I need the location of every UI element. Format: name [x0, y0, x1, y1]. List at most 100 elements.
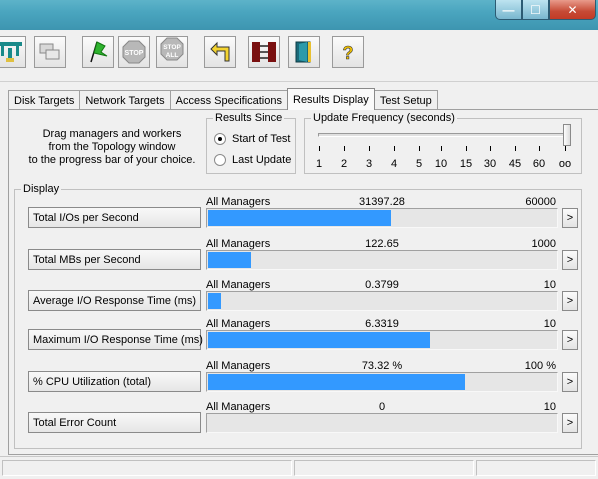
- tab-network-targets[interactable]: Network Targets: [79, 90, 171, 110]
- metric-bar-error-count[interactable]: [206, 413, 558, 433]
- tick-label: 45: [508, 158, 522, 170]
- metric-button-error-count[interactable]: Total Error Count: [28, 412, 201, 433]
- metric-bar-fill: [208, 252, 251, 268]
- metric-bar-total-mbs[interactable]: [206, 250, 558, 270]
- display-title: Display: [21, 183, 62, 195]
- new-worker-button[interactable]: [34, 36, 66, 68]
- tab-strip: Disk Targets Network Targets Access Spec…: [8, 88, 438, 110]
- metric-button-max-response[interactable]: Maximum I/O Response Time (ms): [28, 329, 203, 350]
- minimize-button[interactable]: —: [495, 0, 522, 20]
- metric-more-button[interactable]: >: [562, 413, 578, 433]
- radio-label: Start of Test: [232, 133, 291, 145]
- svg-text:ALL: ALL: [166, 52, 179, 59]
- metric-button-cpu-utilization[interactable]: % CPU Utilization (total): [28, 371, 201, 392]
- update-frequency-title: Update Frequency (seconds): [311, 112, 457, 124]
- metric-bar-cpu-utilization[interactable]: [206, 372, 558, 392]
- tab-disk-targets[interactable]: Disk Targets: [8, 90, 81, 110]
- tab-access-specifications[interactable]: Access Specifications: [169, 90, 288, 110]
- tick-label: oo: [558, 158, 572, 170]
- metric-source: All Managers: [206, 279, 271, 291]
- topology-icon: [0, 42, 22, 62]
- tick: [515, 146, 516, 151]
- tab-test-setup[interactable]: Test Setup: [373, 90, 438, 110]
- metric-max: 10: [543, 279, 556, 291]
- radio-dot: [214, 154, 226, 166]
- title-bar: — ☐ ✕: [0, 0, 598, 30]
- metric-bar-fill: [208, 374, 465, 390]
- svg-text:?: ?: [343, 43, 354, 63]
- metric-button-total-mbs[interactable]: Total MBs per Second: [28, 249, 201, 270]
- close-button[interactable]: ✕: [549, 0, 596, 20]
- radio-last-update[interactable]: Last Update: [214, 154, 291, 166]
- exit-button[interactable]: [288, 36, 320, 68]
- toolbar: STOP STOP ALL ?: [0, 30, 598, 82]
- tick-label: 15: [459, 158, 473, 170]
- metric-bar-fill: [208, 332, 430, 348]
- tick-label: 60: [532, 158, 546, 170]
- metric-source: All Managers: [206, 318, 271, 330]
- metric-value: 122.65: [365, 238, 399, 250]
- disconnect-icon: [252, 42, 276, 62]
- metric-source: All Managers: [206, 196, 271, 208]
- reset-button[interactable]: [204, 36, 236, 68]
- tick: [419, 146, 420, 151]
- disconnect-button[interactable]: [248, 36, 280, 68]
- metric-more-button[interactable]: >: [562, 291, 578, 311]
- metric-max: 10: [543, 401, 556, 413]
- metric-bar-avg-response[interactable]: [206, 291, 558, 311]
- metric-value: 0: [378, 401, 386, 413]
- status-segment: [294, 460, 474, 476]
- tick: [319, 146, 320, 151]
- metric-max: 10: [543, 318, 556, 330]
- start-button[interactable]: [82, 36, 114, 68]
- reset-icon: [210, 41, 230, 62]
- drag-hint: Drag managers and workers from the Topol…: [22, 128, 202, 167]
- hint-line-3: to the progress bar of your choice.: [28, 154, 196, 166]
- maximize-button[interactable]: ☐: [522, 0, 549, 20]
- svg-text:STOP: STOP: [125, 50, 144, 57]
- metric-value: 31397.28: [359, 196, 405, 208]
- radio-label: Last Update: [232, 154, 292, 166]
- update-frequency-slider-thumb[interactable]: [563, 124, 571, 146]
- metric-source: All Managers: [206, 360, 271, 372]
- tick-label: 4: [390, 158, 398, 170]
- hint-line-2: from the Topology window: [48, 141, 176, 153]
- metric-more-button[interactable]: >: [562, 330, 578, 350]
- radio-start-of-test[interactable]: Start of Test: [214, 133, 291, 145]
- topology-button[interactable]: [0, 36, 26, 68]
- metric-more-button[interactable]: >: [562, 208, 578, 228]
- metric-more-button[interactable]: >: [562, 250, 578, 270]
- tick-label: 3: [365, 158, 373, 170]
- metric-bar-total-ios[interactable]: [206, 208, 558, 228]
- tick-label: 2: [340, 158, 348, 170]
- help-button[interactable]: ?: [332, 36, 364, 68]
- update-frequency-slider[interactable]: [318, 133, 570, 137]
- metric-more-button[interactable]: >: [562, 372, 578, 392]
- tick: [490, 146, 491, 151]
- stop-button[interactable]: STOP: [118, 36, 150, 68]
- hint-line-1: Drag managers and workers: [42, 128, 182, 140]
- metric-value: 6.3319: [365, 318, 399, 330]
- metric-source: All Managers: [206, 401, 271, 413]
- metric-bar-max-response[interactable]: [206, 330, 558, 350]
- tick: [565, 146, 566, 151]
- window-controls: — ☐ ✕: [495, 0, 596, 20]
- metric-max: 1000: [531, 238, 556, 250]
- tick: [441, 146, 442, 151]
- tick: [539, 146, 540, 151]
- start-flag-icon: [90, 41, 108, 63]
- metric-button-total-ios[interactable]: Total I/Os per Second: [28, 207, 201, 228]
- stop-all-button[interactable]: STOP ALL: [156, 36, 188, 68]
- metric-value: 0.3799: [365, 279, 399, 291]
- stop-icon: STOP: [122, 40, 146, 64]
- help-icon: ?: [342, 43, 354, 64]
- tick: [344, 146, 345, 151]
- status-segment: [476, 460, 596, 476]
- new-worker-icon: [39, 43, 60, 60]
- exit-door-icon: [295, 41, 311, 63]
- status-segment: [2, 460, 292, 476]
- tick: [394, 146, 395, 151]
- svg-text:STOP: STOP: [163, 44, 181, 51]
- metric-button-avg-response[interactable]: Average I/O Response Time (ms): [28, 290, 201, 311]
- tab-results-display[interactable]: Results Display: [287, 88, 375, 110]
